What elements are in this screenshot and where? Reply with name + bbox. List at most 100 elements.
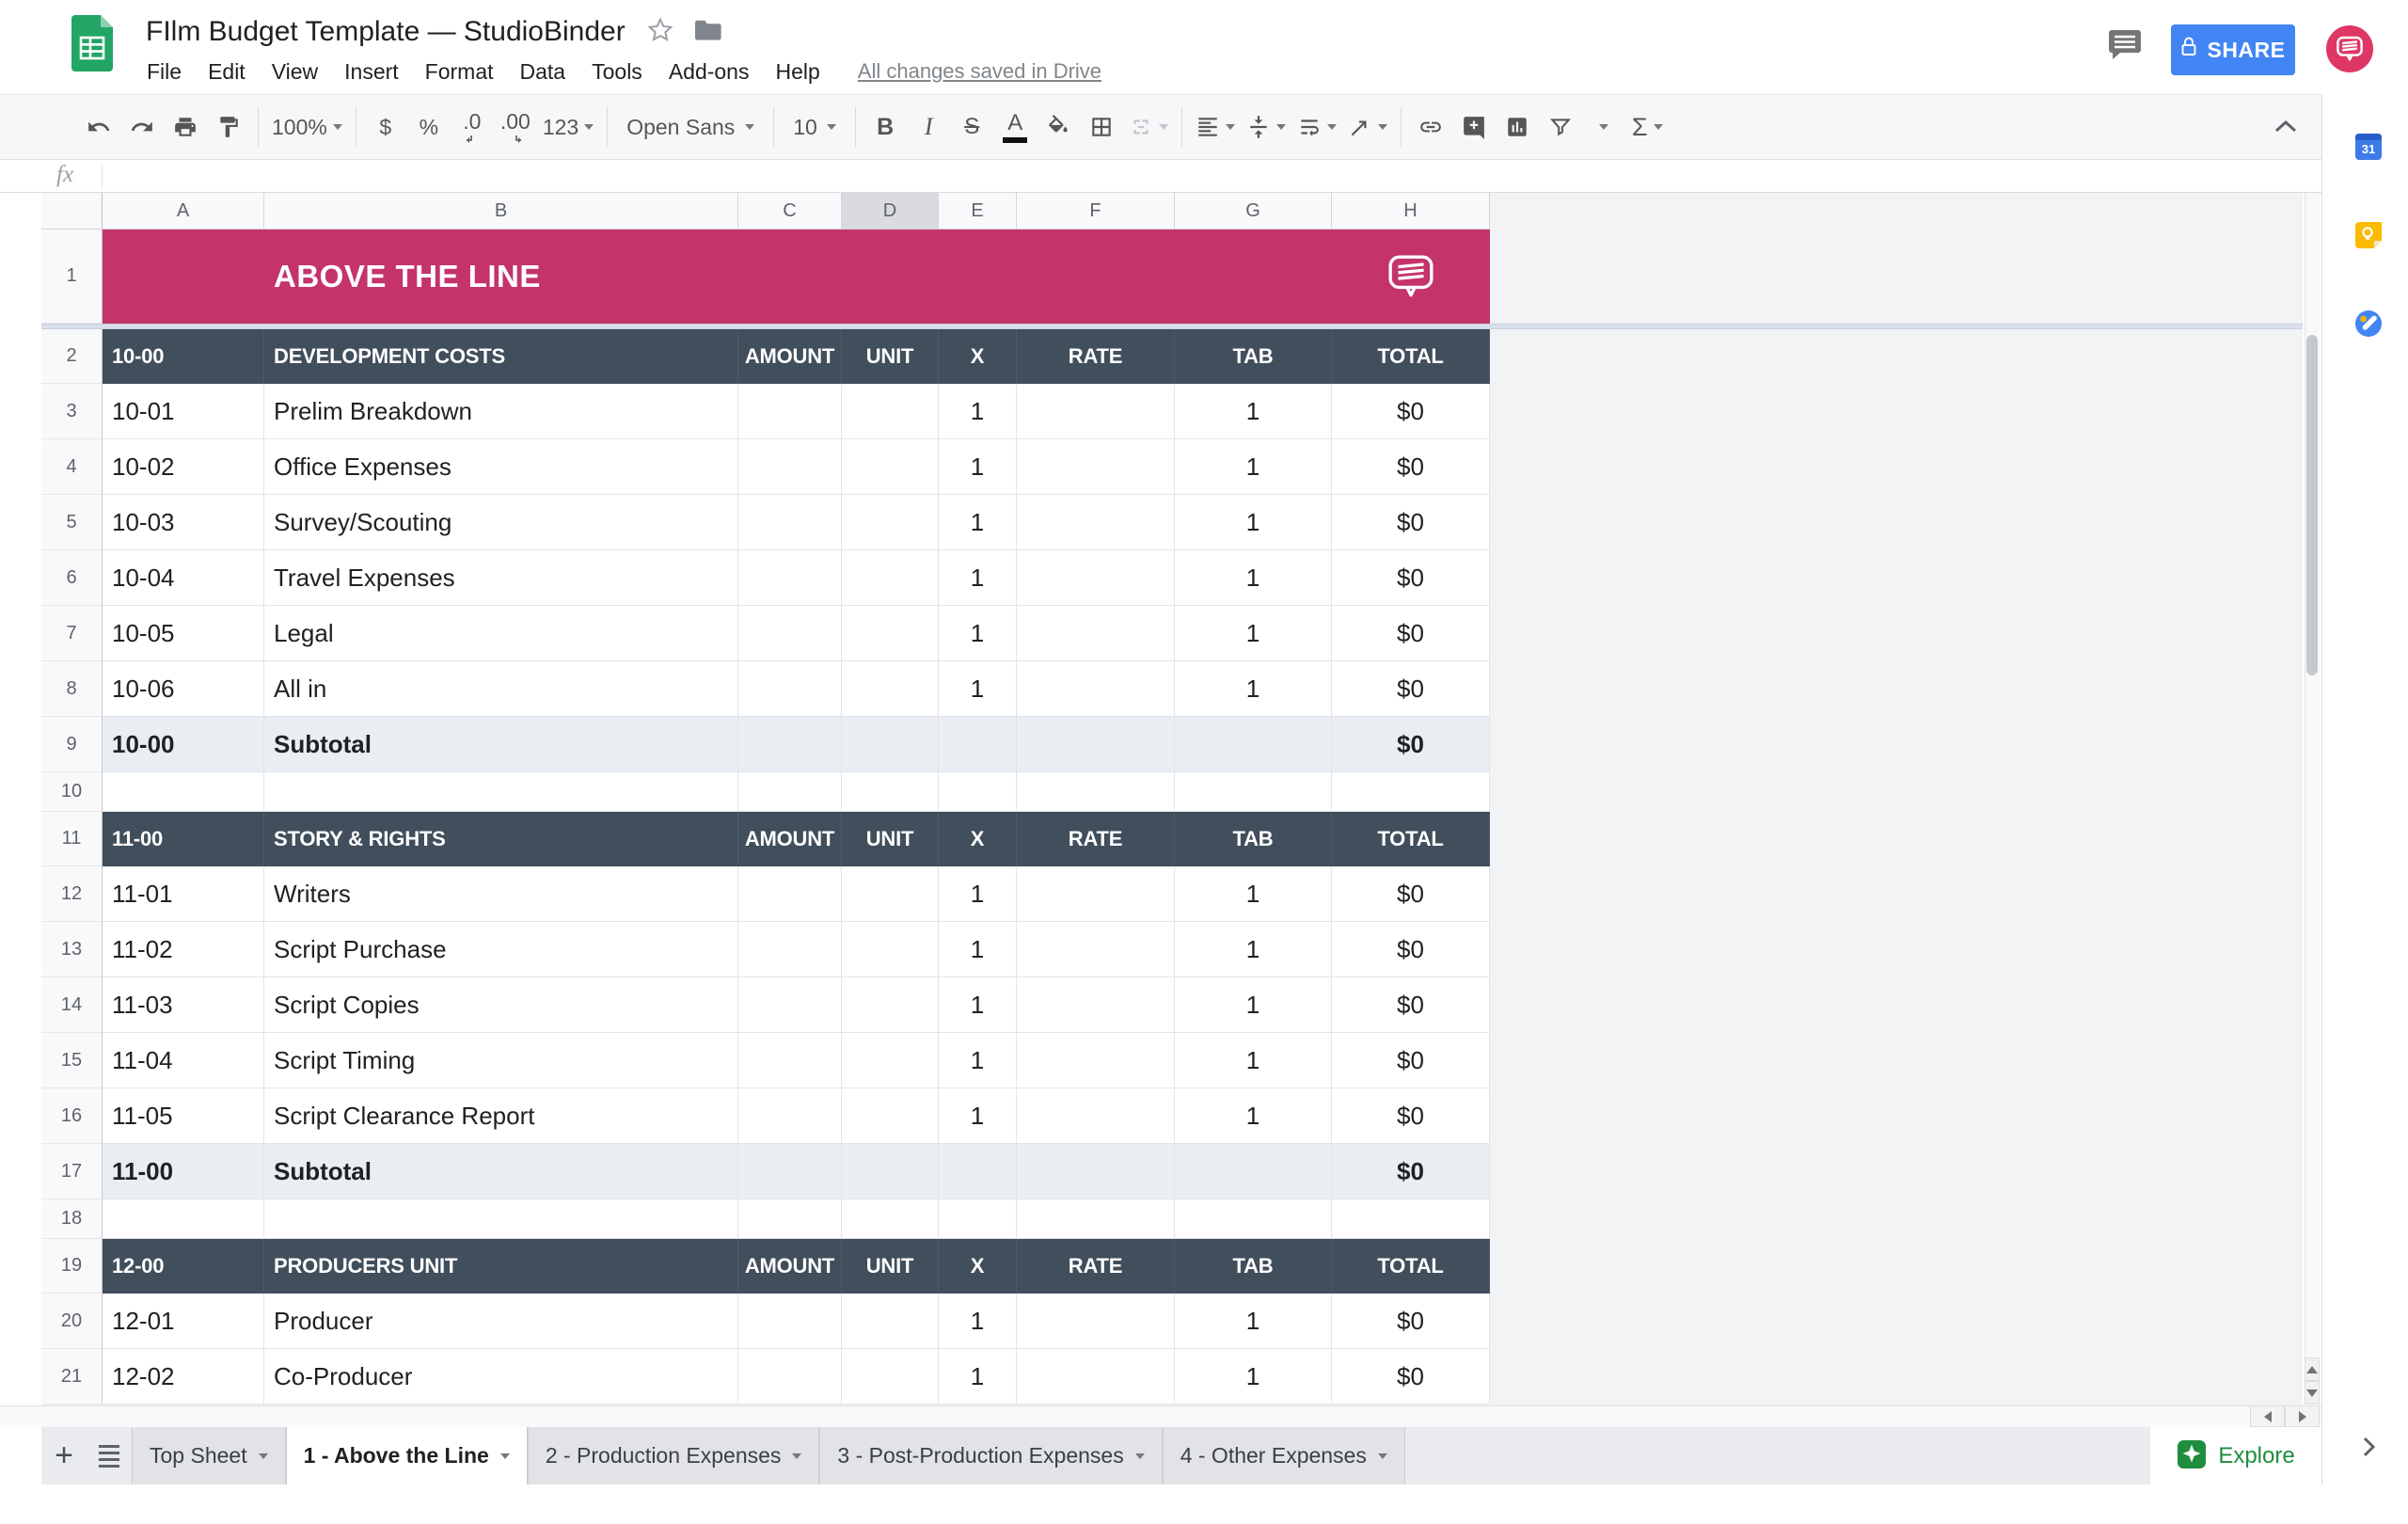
sheet-tab-menu-caret[interactable] [792,1453,801,1459]
row-number-4[interactable]: 4 [41,439,103,495]
cell-colhead-amount[interactable]: AMOUNT [738,1239,842,1294]
row-number-12[interactable]: 12 [41,866,103,922]
row-1-cells[interactable]: ABOVE THE LINE [103,230,1490,324]
row-number-5[interactable]: 5 [41,495,103,550]
scroll-left-button[interactable] [2250,1405,2285,1427]
column-header-B[interactable]: B [264,193,738,230]
row-number-1[interactable]: 1 [41,230,103,324]
google-tasks-icon[interactable] [2355,310,2382,337]
cell-colhead-total[interactable]: TOTAL [1332,812,1490,866]
cell-code[interactable]: 11-05 [103,1088,264,1144]
cell-tab[interactable]: 1 [1175,922,1332,977]
cell-description[interactable]: Script Copies [264,977,738,1033]
hide-side-panel-button[interactable] [2353,1432,2384,1462]
all-sheets-button[interactable] [87,1427,132,1484]
row-number-19[interactable]: 19 [41,1239,103,1294]
cell-rate[interactable] [1017,977,1175,1033]
text-rotation-button[interactable] [1342,104,1393,150]
cell-amount[interactable] [738,977,842,1033]
cell-rate[interactable] [1017,661,1175,717]
fill-color-button[interactable] [1037,104,1080,150]
cell-description[interactable]: DEVELOPMENT COSTS [264,329,738,384]
cell-empty[interactable] [1175,772,1332,812]
share-button[interactable]: SHARE [2171,24,2295,75]
cell-tab[interactable]: 1 [1175,661,1332,717]
cell-code[interactable]: 10-04 [103,550,264,606]
open-comments-icon[interactable] [2107,26,2145,69]
scroll-right-button[interactable] [2285,1405,2320,1427]
vertical-align-button[interactable] [1241,104,1291,150]
cell-amount[interactable] [738,1144,842,1199]
cell-code[interactable]: 10-01 [103,384,264,439]
cell-colhead-total[interactable]: TOTAL [1332,329,1490,384]
cell-x[interactable]: 1 [939,1294,1017,1349]
google-sheets-logo-icon[interactable] [71,15,113,76]
row-number-18[interactable]: 18 [41,1199,103,1239]
cell-empty[interactable] [738,772,842,812]
cell-total[interactable]: $0 [1332,1088,1490,1144]
cell-rate[interactable] [1017,866,1175,922]
row-number-15[interactable]: 15 [41,1033,103,1088]
row-number-20[interactable]: 20 [41,1294,103,1349]
add-sheet-button[interactable]: + [41,1427,87,1484]
cell-colhead-x[interactable]: X [939,812,1017,866]
cell-amount[interactable] [738,1033,842,1088]
redo-button[interactable] [120,104,164,150]
cell-colhead-rate[interactable]: RATE [1017,1239,1175,1294]
cell-empty[interactable] [103,1199,264,1239]
cell-code[interactable]: 10-03 [103,495,264,550]
cell-colhead-rate[interactable]: RATE [1017,812,1175,866]
row-number-21[interactable]: 21 [41,1349,103,1405]
cell-total[interactable]: $0 [1332,922,1490,977]
cell-total[interactable]: $0 [1332,717,1490,772]
cell-unit[interactable] [842,977,939,1033]
paint-format-button[interactable] [207,104,250,150]
cell-empty[interactable] [939,772,1017,812]
font-size-select[interactable]: 10 [782,104,848,150]
cell-code[interactable]: 11-02 [103,922,264,977]
text-color-button[interactable]: A [993,104,1037,150]
cell-unit[interactable] [842,922,939,977]
cell-description[interactable]: Travel Expenses [264,550,738,606]
filter-button[interactable] [1539,104,1582,150]
cell-description[interactable]: Script Timing [264,1033,738,1088]
column-header-D[interactable]: D [842,193,939,230]
cell-x[interactable] [939,1144,1017,1199]
cell-colhead-x[interactable]: X [939,329,1017,384]
document-title[interactable]: FIlm Budget Template — StudioBinder [146,16,626,48]
increase-decimal-button[interactable]: .00 [494,104,537,150]
cell-code[interactable]: 10-05 [103,606,264,661]
column-header-H[interactable]: H [1332,193,1490,230]
number-format-select[interactable]: 123 [537,104,599,150]
cell-empty[interactable] [939,1199,1017,1239]
cell-amount[interactable] [738,866,842,922]
cell-description[interactable]: Survey/Scouting [264,495,738,550]
italic-button[interactable]: I [907,104,950,150]
cell-code[interactable]: 12-00 [103,1239,264,1294]
account-avatar[interactable] [2326,25,2373,72]
cell-total[interactable]: $0 [1332,495,1490,550]
column-header-E[interactable]: E [939,193,1017,230]
cell-amount[interactable] [738,495,842,550]
sheet-tab-menu-caret[interactable] [1378,1453,1387,1459]
cell-rate[interactable] [1017,384,1175,439]
cell-total[interactable]: $0 [1332,1033,1490,1088]
cell-x[interactable]: 1 [939,661,1017,717]
cell-colhead-total[interactable]: TOTAL [1332,1239,1490,1294]
cell-unit[interactable] [842,717,939,772]
sheet-tab-2-production-expenses[interactable]: 2 - Production Expenses [528,1427,820,1484]
cell-code[interactable]: 12-02 [103,1349,264,1405]
cell-rate[interactable] [1017,1144,1175,1199]
cell-unit[interactable] [842,1349,939,1405]
sheet-tab-1-above-the-line[interactable]: 1 - Above the Line [286,1427,528,1484]
cell-total[interactable]: $0 [1332,1349,1490,1405]
cell-total[interactable]: $0 [1332,866,1490,922]
cell-x[interactable]: 1 [939,439,1017,495]
cell-code[interactable]: 10-02 [103,439,264,495]
menu-file[interactable]: File [134,59,195,85]
cell-tab[interactable]: 1 [1175,384,1332,439]
sheet-tab-3-post-production-expenses[interactable]: 3 - Post-Production Expenses [819,1427,1162,1484]
cell-empty[interactable] [264,772,738,812]
cell-description[interactable]: STORY & RIGHTS [264,812,738,866]
cell-unit[interactable] [842,1088,939,1144]
